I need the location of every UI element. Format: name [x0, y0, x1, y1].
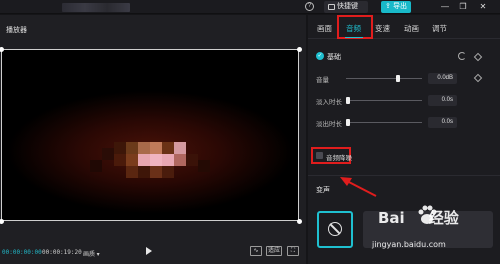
watermark-brand-a: Bai	[378, 209, 405, 227]
paw-icon	[418, 205, 437, 224]
watermark-url: jingyan.baidu.com	[372, 240, 446, 249]
